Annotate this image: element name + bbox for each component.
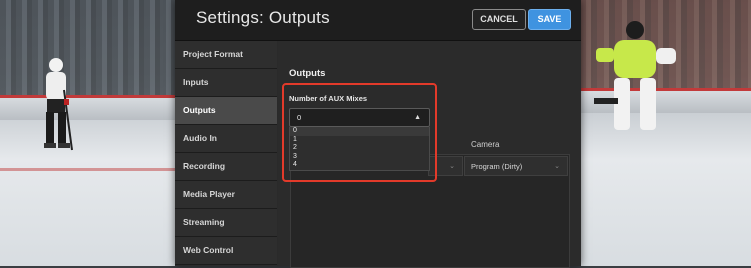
camera-column-header: Camera — [471, 140, 500, 149]
aux-mixes-select[interactable]: 0 ▲ — [289, 108, 430, 127]
rink-line — [0, 168, 175, 171]
camera-source-select[interactable]: Program (Dirty) ⌄ — [464, 156, 568, 176]
window-title: Settings: Outputs — [196, 8, 330, 27]
sidebar-item-outputs[interactable]: Outputs — [175, 97, 277, 125]
save-button[interactable]: SAVE — [528, 9, 571, 30]
aux-option-0[interactable]: 0 — [290, 127, 429, 136]
sidebar-item-media-player[interactable]: Media Player — [175, 181, 277, 209]
aux-option-2[interactable]: 2 — [290, 144, 429, 153]
settings-window: Settings: Outputs CANCEL SAVE Project Fo… — [175, 0, 581, 268]
aux-mixes-label: Number of AUX Mixes — [289, 94, 368, 103]
hockey-player-left — [44, 58, 73, 151]
settings-sidebar: Project Format Inputs Outputs Audio In R… — [175, 41, 277, 266]
aux-option-1[interactable]: 1 — [290, 136, 429, 145]
aux-mixes-value: 0 — [297, 113, 302, 122]
sidebar-item-project-format[interactable]: Project Format — [175, 41, 277, 69]
sidebar-item-web-control[interactable]: Web Control — [175, 237, 277, 265]
output-source-select[interactable]: ⌄ — [428, 156, 463, 176]
cancel-button[interactable]: CANCEL — [472, 9, 526, 30]
title-bar: Settings: Outputs CANCEL SAVE — [175, 0, 581, 41]
aux-option-3[interactable]: 3 — [290, 153, 429, 162]
camera-source-value: Program (Dirty) — [471, 162, 523, 171]
sidebar-item-audio-in[interactable]: Audio In — [175, 125, 277, 153]
section-title: Outputs — [289, 68, 326, 79]
hockey-goalie-right — [594, 21, 676, 130]
sidebar-item-inputs[interactable]: Inputs — [175, 69, 277, 97]
chevron-down-icon: ⌄ — [554, 163, 560, 170]
aux-option-4[interactable]: 4 — [290, 161, 429, 170]
chevron-up-icon: ▲ — [414, 114, 421, 121]
outputs-panel: Outputs Number of AUX Mixes Camera ⌄ Pro… — [278, 41, 581, 268]
aux-mixes-options: 0 1 2 3 4 — [289, 127, 430, 171]
sidebar-item-recording[interactable]: Recording — [175, 153, 277, 181]
sidebar-item-streaming[interactable]: Streaming — [175, 209, 277, 237]
chevron-down-icon: ⌄ — [449, 163, 455, 170]
